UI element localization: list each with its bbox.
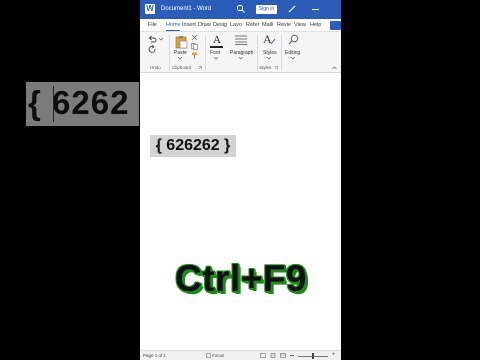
pen-icon[interactable] [287,4,297,14]
paragraph-label[interactable]: Paragraph [230,50,253,56]
paragraph-icon[interactable] [235,35,247,45]
paragraph-dropdown-icon[interactable] [239,57,243,60]
zoom-slider-thumb[interactable] [312,353,314,359]
read-mode-icon[interactable] [260,353,266,358]
status-bar: Page 1 of 1 Focus + [140,350,341,360]
zoomed-caret [53,86,54,122]
font-color-bar [210,46,223,48]
undo-icon[interactable] [148,35,157,43]
ribbon-separator [169,35,170,71]
font-label[interactable]: Font [210,50,220,56]
editing-search-icon[interactable] [288,34,299,45]
editing-label[interactable]: Editing [285,50,300,56]
sign-in-button[interactable]: Sign in [256,5,277,14]
zoomed-field-text: { 6262 [28,84,130,121]
clipboard-group-label: Clipboard [172,65,192,70]
tab-review[interactable]: Revie [277,21,291,30]
copy-icon[interactable] [191,43,198,50]
styles-group-label: Styles [259,65,272,70]
tab-draw[interactable]: Draw [198,21,211,30]
tab-layout[interactable]: Layo [230,21,242,30]
tab-design[interactable]: Desig [213,21,227,30]
minimize-icon[interactable] [312,9,319,10]
tab-help[interactable]: Help [310,21,321,30]
clipboard-launcher-icon[interactable] [198,66,202,70]
shortcut-overlay: Ctrl+F9 [175,258,308,299]
cut-icon[interactable] [191,34,198,41]
print-layout-icon[interactable] [270,353,276,358]
document-page[interactable] [140,74,341,351]
styles-brush-icon [270,38,276,45]
tab-file[interactable]: File [148,21,157,30]
zoom-in-icon[interactable]: + [331,352,336,358]
undo-group-label: Undo [150,65,161,70]
format-painter-icon[interactable] [191,52,198,59]
zoomed-field-backdrop: { 6262 [26,82,139,126]
zoom-out-icon[interactable] [290,355,294,356]
word-window: W Document1 - Word Sign in File Home Ins… [140,0,341,360]
tab-mailings[interactable]: Maili [262,21,273,30]
collapse-ribbon-icon[interactable] [332,66,337,70]
redo-icon[interactable] [148,45,157,53]
ribbon-separator [281,35,282,71]
tab-view[interactable]: View [294,21,306,30]
text-caret [159,138,160,154]
paste-dropdown-icon[interactable] [178,57,182,60]
field-code-text: { 626262 } [155,137,231,154]
search-icon[interactable] [236,4,246,14]
document-title: Document1 - Word [161,6,212,12]
editing-dropdown-icon[interactable] [291,57,295,60]
active-tab-indicator [166,30,180,31]
web-layout-icon[interactable] [280,353,286,358]
focus-icon[interactable] [206,353,211,358]
title-bar: W Document1 - Word Sign in [140,0,341,19]
ribbon-tabs: File Home Insert Draw Desig Layo Refer M… [140,19,341,32]
undo-dropdown-icon[interactable] [159,38,163,41]
styles-dropdown-icon[interactable] [267,57,271,60]
styles-label[interactable]: Styles [263,50,277,56]
ribbon-home: Undo Paste Clipboard A Font Paragraph A … [140,32,341,73]
ribbon-separator [205,35,206,71]
field-code[interactable]: { 626262 } [150,135,236,157]
styles-launcher-icon[interactable] [274,66,278,70]
ribbon-separator [257,35,258,71]
tab-insert[interactable]: Insert [182,21,196,30]
font-icon[interactable]: A [211,34,223,46]
font-dropdown-icon[interactable] [214,57,218,60]
share-button[interactable] [330,21,341,30]
tab-references[interactable]: Refer [246,21,259,30]
paste-label[interactable]: Paste [174,50,187,56]
tab-home[interactable]: Home [166,21,181,30]
focus-mode[interactable]: Focus [212,352,224,360]
page-count[interactable]: Page 1 of 1 [143,352,166,360]
paste-icon[interactable] [174,35,188,49]
word-logo-icon: W [145,4,155,14]
